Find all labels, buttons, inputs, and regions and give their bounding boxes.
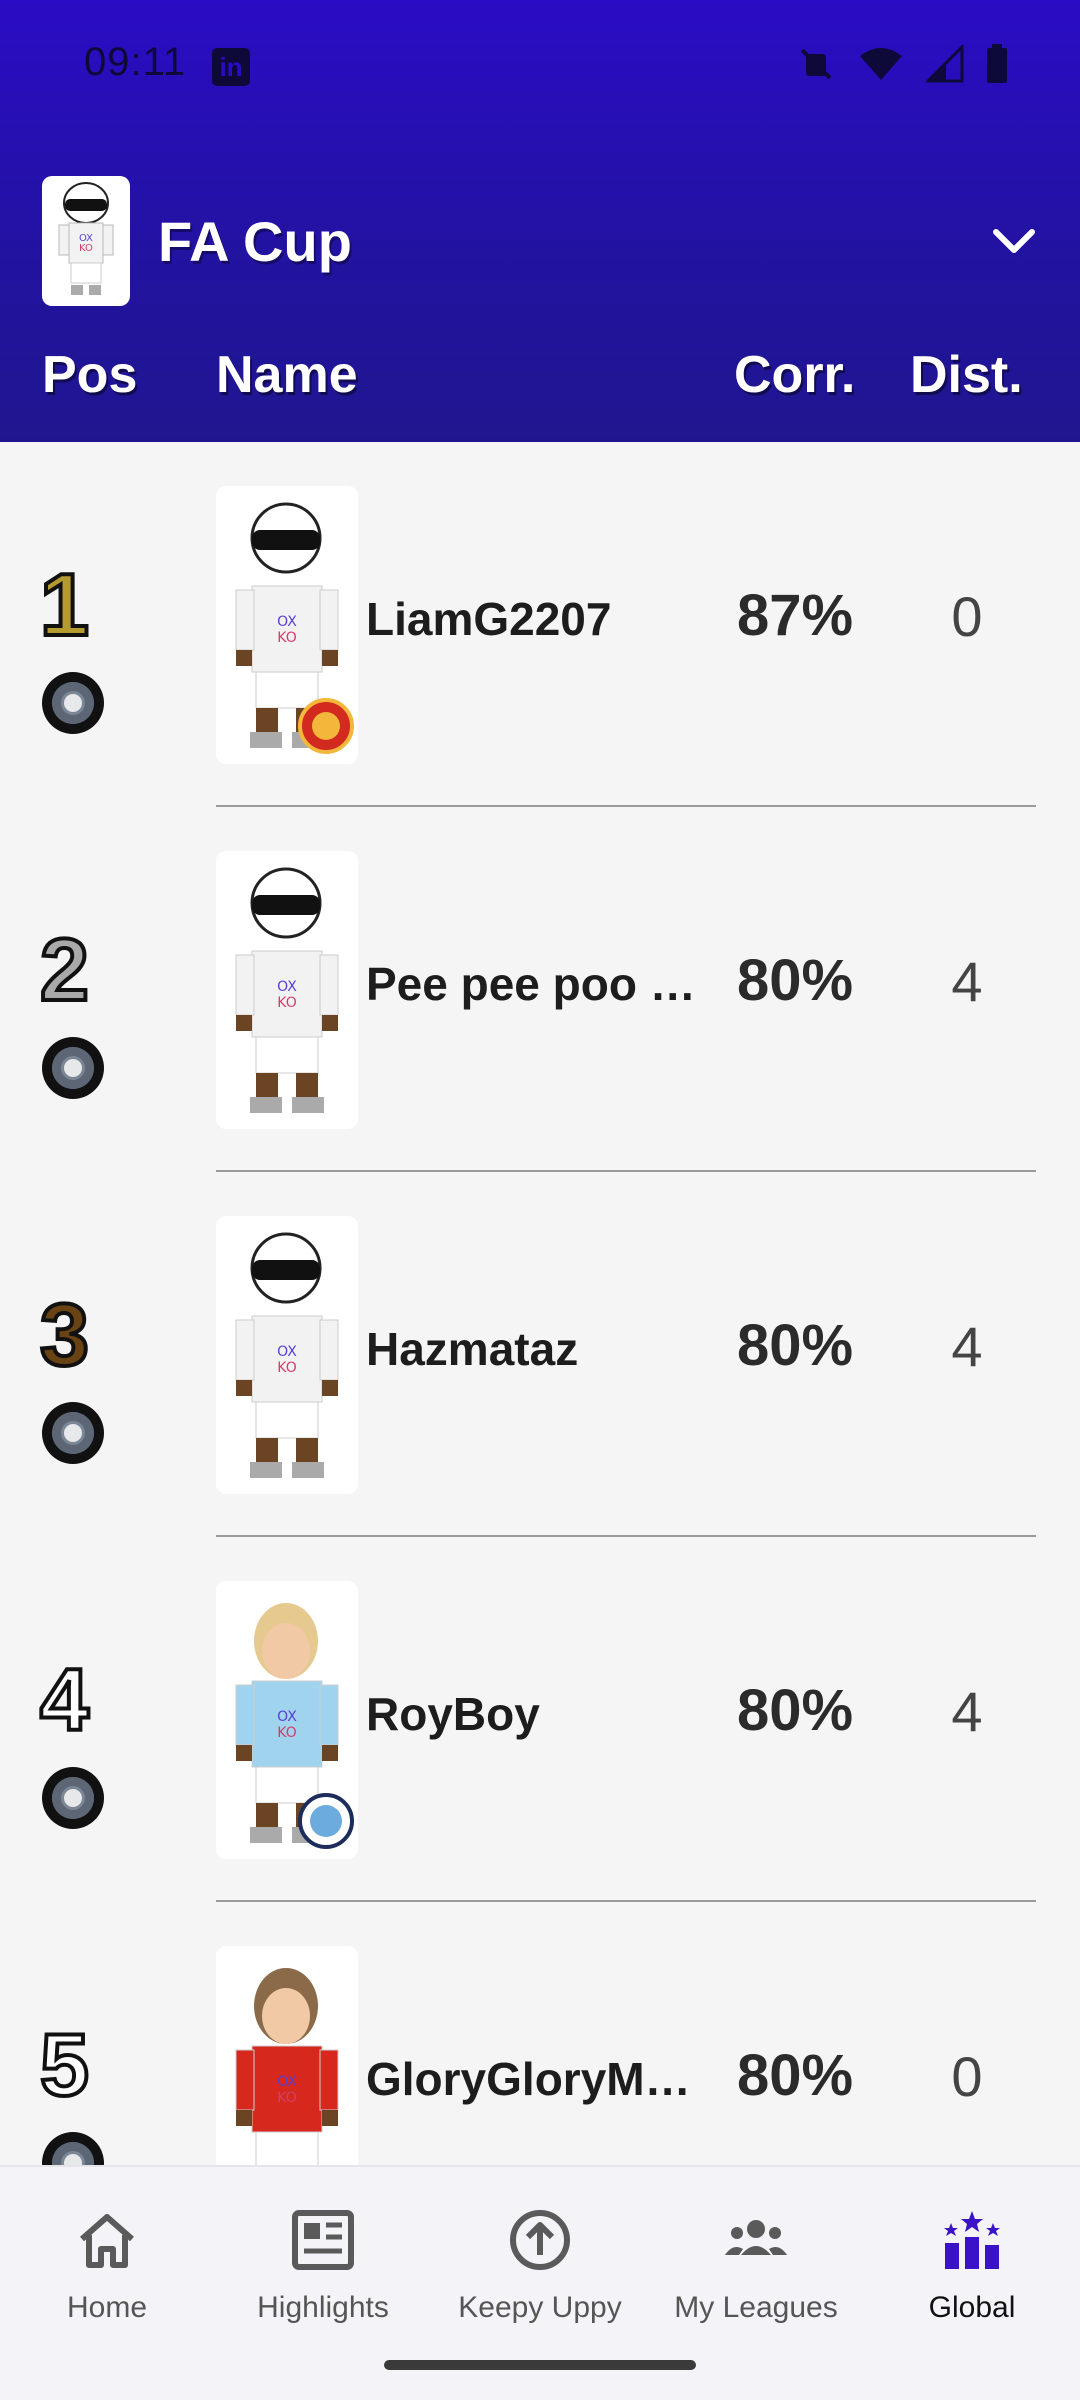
home-icon bbox=[80, 2214, 134, 2268]
correct-percentage: 80% bbox=[736, 948, 854, 1013]
status-time: 09:11 bbox=[84, 40, 187, 84]
position-number: 3 bbox=[38, 1283, 91, 1386]
nav-item-home[interactable]: Home bbox=[7, 2209, 207, 2325]
player-avatar[interactable]: OX KO bbox=[216, 1581, 358, 1859]
leaderboard-row[interactable]: 2 OX KO Pee pee poo … 80% 4 bbox=[0, 807, 1080, 1172]
svg-text:KO: KO bbox=[79, 243, 93, 254]
svg-text:OX: OX bbox=[277, 1344, 297, 1360]
global-icon bbox=[944, 2211, 1000, 2269]
distance-value: 4 bbox=[951, 950, 983, 1013]
battery-icon bbox=[987, 44, 1007, 83]
position-change-indicator bbox=[42, 1767, 104, 1829]
svg-text:KO: KO bbox=[277, 630, 296, 646]
chevron-down-icon[interactable] bbox=[986, 214, 1042, 270]
home-indicator[interactable] bbox=[384, 2360, 696, 2370]
league-selector[interactable]: OX KO FA Cup bbox=[42, 176, 1042, 306]
svg-text:KO: KO bbox=[277, 995, 296, 1011]
column-header-pos: Pos bbox=[42, 346, 138, 404]
position-number: 1 bbox=[38, 553, 91, 656]
column-header-name: Name bbox=[216, 346, 358, 404]
status-icons bbox=[796, 44, 1008, 84]
status-bar: 09:11 in bbox=[0, 0, 1080, 130]
player-avatar[interactable]: OX KO bbox=[216, 851, 358, 1129]
correct-percentage: 80% bbox=[736, 2043, 854, 2108]
nav-label-my-leagues: My Leagues bbox=[674, 2291, 838, 2324]
correct-percentage: 80% bbox=[736, 1678, 854, 1743]
svg-text:OX: OX bbox=[277, 614, 297, 630]
player-name: Hazmataz bbox=[366, 1323, 579, 1375]
signal-icon bbox=[926, 45, 964, 83]
leaderboard-row[interactable]: 5 OX KO GloryGloryM… 80% 0 bbox=[0, 1902, 1080, 2165]
nav-label-global: Global bbox=[928, 2291, 1016, 2324]
distance-value: 4 bbox=[951, 1315, 983, 1378]
nav-label-highlights: Highlights bbox=[257, 2291, 389, 2324]
nav-label-keepy-uppy: Keepy Uppy bbox=[458, 2291, 622, 2324]
player-name: RoyBoy bbox=[366, 1688, 540, 1740]
nav-label-home: Home bbox=[66, 2291, 148, 2324]
correct-percentage: 87% bbox=[736, 583, 854, 648]
mute-icon bbox=[800, 48, 832, 80]
position-number: 2 bbox=[38, 918, 91, 1021]
position-change-indicator bbox=[42, 2132, 104, 2165]
player-name: LiamG2207 bbox=[366, 593, 612, 645]
svg-text:KO: KO bbox=[277, 2090, 296, 2106]
distance-value: 0 bbox=[951, 2045, 983, 2108]
position-change-indicator bbox=[42, 672, 104, 734]
player-name: Pee pee poo … bbox=[366, 958, 696, 1010]
nav-item-keepy-uppy[interactable]: Keepy Uppy bbox=[440, 2209, 640, 2325]
distance-value: 4 bbox=[951, 1680, 983, 1743]
player-avatar[interactable]: OX KO bbox=[216, 486, 358, 764]
position-number: 5 bbox=[38, 2013, 91, 2116]
correct-percentage: 80% bbox=[736, 1313, 854, 1378]
player-avatar[interactable]: OX KO bbox=[216, 1946, 358, 2165]
column-header-dist: Dist. bbox=[910, 346, 1023, 404]
leaderboard-list[interactable]: 1 OX KO LiamG2207 87% 0 2 OX KO Pee pee … bbox=[0, 442, 1080, 2165]
player-avatar[interactable]: OX KO bbox=[216, 1216, 358, 1494]
svg-text:KO: KO bbox=[277, 1360, 296, 1376]
position-change-indicator bbox=[42, 1402, 104, 1464]
nav-item-my-leagues[interactable]: My Leagues bbox=[656, 2209, 856, 2325]
nav-item-global[interactable]: Global bbox=[872, 2209, 1072, 2325]
leaderboard-row[interactable]: 3 OX KO Hazmataz 80% 4 bbox=[0, 1172, 1080, 1537]
column-headers: Pos Name Corr. Dist. bbox=[0, 345, 1080, 415]
svg-text:OX: OX bbox=[277, 1709, 297, 1725]
position-change-indicator bbox=[42, 1037, 104, 1099]
svg-text:KO: KO bbox=[277, 1725, 296, 1741]
svg-text:OX: OX bbox=[277, 2074, 297, 2090]
keepy-uppy-icon bbox=[510, 2210, 570, 2270]
column-header-corr: Corr. bbox=[734, 346, 856, 404]
wifi-icon bbox=[860, 48, 902, 80]
app-header: 09:11 in OX KO FA Cup Pos Name Corr. Dis… bbox=[0, 0, 1080, 442]
distance-value: 0 bbox=[951, 585, 983, 648]
league-avatar: OX KO bbox=[42, 176, 130, 306]
player-name: GloryGloryM… bbox=[366, 2053, 691, 2105]
leaderboard-row[interactable]: 4 OX KO RoyBoy 80% 4 bbox=[0, 1537, 1080, 1902]
league-title: FA Cup bbox=[158, 209, 352, 273]
highlights-icon bbox=[292, 2210, 354, 2270]
position-number: 4 bbox=[38, 1648, 91, 1751]
my-leagues-icon bbox=[725, 2220, 787, 2255]
nav-item-highlights[interactable]: Highlights bbox=[223, 2209, 423, 2325]
linkedin-notification-icon: in bbox=[212, 48, 250, 86]
leaderboard-row[interactable]: 1 OX KO LiamG2207 87% 0 bbox=[0, 442, 1080, 807]
svg-text:OX: OX bbox=[277, 979, 297, 995]
